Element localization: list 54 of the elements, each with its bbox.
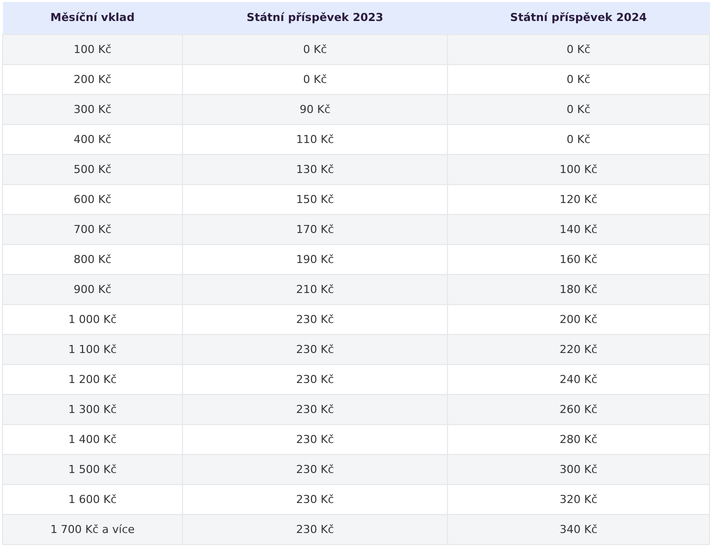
table-cell: 600 Kč [2,184,182,214]
table-cell: 1 700 Kč a více [2,514,182,544]
table-cell: 0 Kč [448,64,710,94]
table-cell: 190 Kč [182,244,448,274]
table-cell: 220 Kč [448,334,710,364]
table-cell: 230 Kč [182,484,448,514]
table-cell: 900 Kč [2,274,182,304]
table-cell: 150 Kč [182,184,448,214]
table-cell: 1 100 Kč [2,334,182,364]
table-cell: 1 400 Kč [2,424,182,454]
table-cell: 1 000 Kč [2,304,182,334]
table-cell: 130 Kč [182,154,448,184]
table-cell: 240 Kč [448,364,710,394]
table-cell: 230 Kč [182,454,448,484]
table-cell: 90 Kč [182,94,448,124]
table-cell: 200 Kč [448,304,710,334]
table-cell: 0 Kč [448,124,710,154]
table-cell: 140 Kč [448,214,710,244]
table-cell: 400 Kč [2,124,182,154]
table-cell: 160 Kč [448,244,710,274]
table-cell: 1 600 Kč [2,484,182,514]
table-cell: 180 Kč [448,274,710,304]
table-cell: 700 Kč [2,214,182,244]
column-header: Státní příspěvek 2023 [182,2,448,34]
table-cell: 0 Kč [448,34,710,64]
table-cell: 260 Kč [448,394,710,424]
table-cell: 800 Kč [2,244,182,274]
table-cell: 230 Kč [182,334,448,364]
table-cell: 230 Kč [182,514,448,544]
table-cell: 230 Kč [182,394,448,424]
table-cell: 0 Kč [182,64,448,94]
table-cell: 230 Kč [182,424,448,454]
table-cell: 340 Kč [448,514,710,544]
table-cell: 300 Kč [448,454,710,484]
table-cell: 170 Kč [182,214,448,244]
table-cell: 100 Kč [2,34,182,64]
table-cell: 1 300 Kč [2,394,182,424]
table-cell: 280 Kč [448,424,710,454]
table-cell: 1 200 Kč [2,364,182,394]
table-cell: 210 Kč [182,274,448,304]
table-cell: 1 500 Kč [2,454,182,484]
table-cell: 110 Kč [182,124,448,154]
table-cell: 500 Kč [2,154,182,184]
table-cell: 0 Kč [448,94,710,124]
column-header: Státní příspěvek 2024 [448,2,710,34]
table-cell: 300 Kč [2,94,182,124]
column-header: Měsíční vklad [2,2,182,34]
table-cell: 320 Kč [448,484,710,514]
table-cell: 100 Kč [448,154,710,184]
table-cell: 0 Kč [182,34,448,64]
table-cell: 230 Kč [182,304,448,334]
table-cell: 200 Kč [2,64,182,94]
table-cell: 230 Kč [182,364,448,394]
table-cell: 120 Kč [448,184,710,214]
